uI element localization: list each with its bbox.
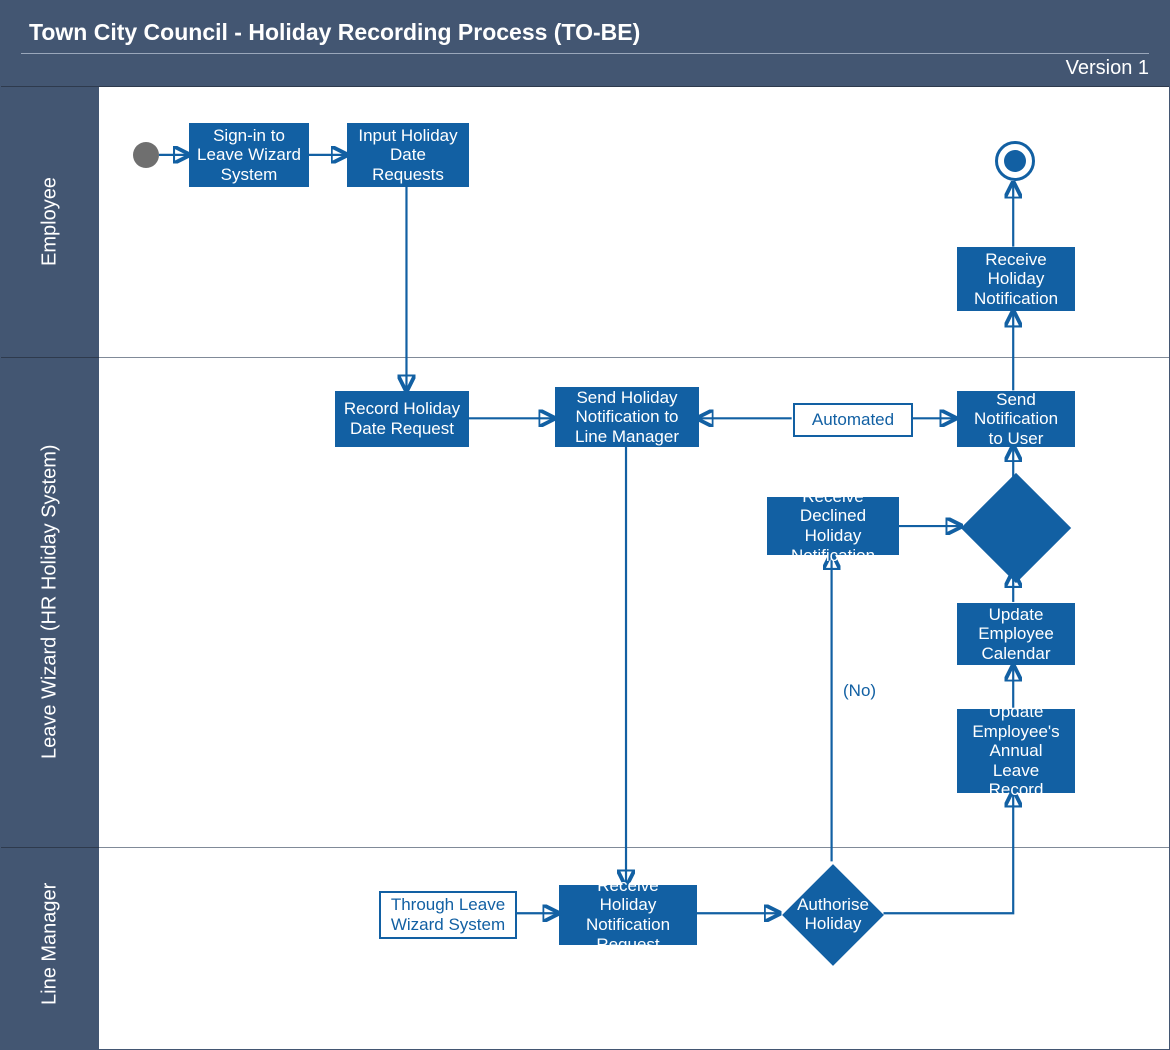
task-record-request: Record Holiday Date Request [335,391,469,447]
diagram-frame: Town City Council - Holiday Recording Pr… [0,0,1170,1050]
start-event-icon [133,142,159,168]
diagram-title: Town City Council - Holiday Recording Pr… [1,1,1169,46]
diagram-canvas: Sign-in to Leave Wizard System Input Hol… [99,87,1169,1049]
task-send-to-manager: Send Holiday Notification to Line Manage… [555,387,699,447]
note-through-lws: Through Leave Wizard System [379,891,517,939]
swimlanes: Employee Leave Wizard (HR Holiday System… [1,87,1169,1049]
gateway-authorise: Authorise Holiday [783,865,883,965]
end-event-icon [995,141,1035,181]
gateway-authorise-label: Authorise Holiday [783,865,883,965]
swimlane-label-employee: Employee [1,87,99,357]
gateway-merge [977,489,1055,567]
edge-label-no: (No) [843,681,876,701]
task-signin: Sign-in to Leave Wizard System [189,123,309,187]
task-update-record: Update Employee's Annual Leave Record [957,709,1075,793]
task-update-calendar: Update Employee Calendar [957,603,1075,665]
task-receive-notification: Receive Holiday Notification [957,247,1075,311]
task-receive-declined: Receive Declined Holiday Notification [767,497,899,555]
header-divider [21,53,1149,54]
note-automated: Automated [793,403,913,437]
swimlane-label-system: Leave Wizard (HR Holiday System) [1,357,99,847]
task-input-dates: Input Holiday Date Requests [347,123,469,187]
task-receive-request: Receive Holiday Notification Request [559,885,697,945]
diagram-header: Town City Council - Holiday Recording Pr… [1,1,1169,87]
task-send-to-user: Send Notification to User [957,391,1075,447]
swimlane-label-column: Employee Leave Wizard (HR Holiday System… [1,87,99,1049]
swimlane-label-manager: Line Manager [1,847,99,1041]
diagram-version: Version 1 [1066,57,1149,80]
